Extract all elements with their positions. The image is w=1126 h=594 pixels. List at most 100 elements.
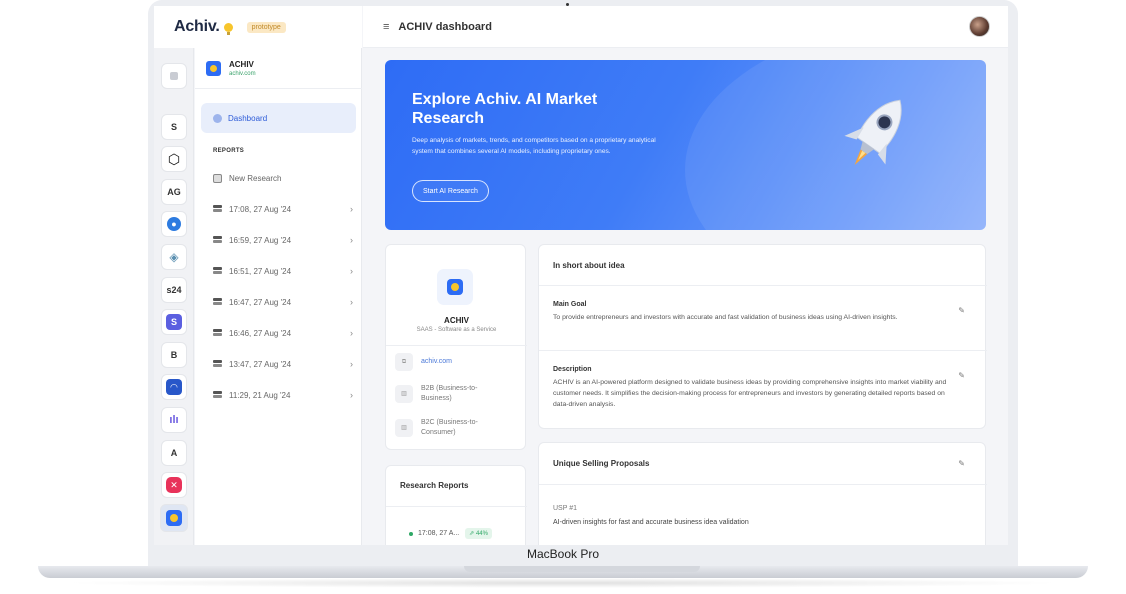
building-icon: ▥: [395, 419, 413, 437]
prototype-badge: prototype: [246, 21, 286, 33]
avatar[interactable]: [969, 16, 990, 37]
menu-icon[interactable]: ≡: [383, 21, 389, 33]
rail-item-ag[interactable]: AG: [161, 179, 187, 205]
rail-item-audio[interactable]: ılı: [161, 407, 187, 433]
lightbulb-icon: [223, 22, 233, 35]
sidebar-item-label: New Research: [229, 173, 282, 183]
profile-link-row[interactable]: ⧉ achiv.com: [395, 353, 452, 371]
sidebar-item-report[interactable]: 16:47, 27 Aug '24 ›: [213, 295, 353, 309]
profile-link[interactable]: achiv.com: [421, 357, 452, 367]
profile-tag: B2B (Business-to-Business): [421, 385, 478, 402]
research-hero-banner: Explore Achiv. AI Market Research Deep a…: [385, 60, 986, 230]
layers-icon: [213, 267, 222, 275]
chevron-right-icon: ›: [350, 328, 353, 338]
divider: [539, 285, 987, 286]
profile-tag-row: ▥ B2B (Business-to-Business): [395, 384, 505, 404]
dashboard-icon: [213, 113, 222, 123]
reports-heading: REPORTS: [213, 148, 245, 154]
main-goal-text: To provide entrepreneurs and investors w…: [553, 314, 898, 321]
research-reports-card: Research Reports 17:08, 27 A... ⇗ 44%: [385, 465, 527, 545]
layers-icon: [213, 298, 222, 306]
sidebar-item-report[interactable]: 17:08, 27 Aug '24 ›: [213, 202, 353, 216]
rocket-icon: [844, 99, 902, 165]
sidebar-item-dashboard[interactable]: Dashboard: [201, 103, 356, 133]
x-logo-icon: ✕: [166, 477, 182, 493]
chevron-right-icon: ›: [350, 235, 353, 245]
layers-icon: [213, 205, 222, 213]
layers-icon: [213, 391, 222, 399]
profile-name: ACHIV: [444, 316, 469, 325]
edit-icon[interactable]: ✎: [958, 459, 965, 468]
sidebar-item-report[interactable]: 16:51, 27 Aug '24 ›: [213, 264, 353, 278]
device-label: MacBook Pro: [526, 547, 600, 561]
brand-header: Achiv. prototype: [154, 6, 362, 48]
rail-item-b[interactable]: B: [161, 342, 187, 368]
description-label: Description: [553, 366, 592, 373]
rail-item-achiv[interactable]: [160, 504, 188, 532]
profile-tag-row: ▥ B2C (Business-to-Consumer): [395, 418, 505, 438]
brand-logo[interactable]: Achiv.: [174, 18, 220, 36]
report-label: 11:29, 21 Aug '24: [229, 390, 291, 400]
page-title: ACHIV dashboard: [398, 20, 492, 33]
layers-icon: [213, 360, 222, 368]
hexagon-icon: ⬡: [167, 150, 181, 167]
rail-item-home[interactable]: [161, 63, 187, 89]
diamond-icon: ◈: [169, 250, 179, 264]
sidebar-item-report[interactable]: 11:29, 21 Aug '24 ›: [213, 388, 353, 402]
rail-item-signal[interactable]: ◠: [161, 374, 187, 400]
rail-item-s[interactable]: S: [161, 114, 187, 140]
edit-icon[interactable]: ✎: [958, 306, 965, 315]
sidebar-item-new-research[interactable]: New Research: [213, 171, 353, 185]
research-report-item[interactable]: 17:08, 27 A... ⇗ 44%: [409, 528, 492, 539]
laptop-shadow: [60, 578, 1066, 588]
report-label: 16:51, 27 Aug '24: [229, 266, 292, 276]
report-label: 17:08, 27 Aug '24: [229, 204, 292, 214]
laptop-notch: [464, 566, 700, 572]
layers-icon: [213, 236, 222, 244]
start-ai-research-button[interactable]: Start AI Research: [412, 180, 489, 202]
chevron-right-icon: ›: [350, 204, 353, 214]
achiv-logo-icon: [206, 60, 221, 76]
report-label: 16:47, 27 Aug '24: [229, 297, 292, 307]
top-bar: ≡ ACHIV dashboard: [363, 6, 1008, 48]
status-dot-icon: [409, 531, 413, 536]
divider: [539, 484, 987, 485]
project-name: ACHIV: [229, 59, 254, 69]
report-label: 16:59, 27 Aug '24: [229, 235, 292, 245]
rail-item-s-purple[interactable]: S: [161, 309, 187, 335]
new-research-icon: [213, 173, 222, 183]
report-label: 16:46, 27 Aug '24: [229, 328, 292, 338]
rail-item-s24[interactable]: s24: [161, 277, 187, 303]
rail-item-diamond[interactable]: ◈: [161, 244, 187, 270]
sidebar-item-report[interactable]: 16:46, 27 Aug '24 ›: [213, 326, 353, 340]
home-icon: [170, 72, 178, 80]
app-screen: Achiv. prototype S ⬡ AG ● ◈ s24 S B ◠ ıl…: [154, 6, 1008, 545]
description-text: ACHIV is an AI-powered platform designed…: [553, 379, 947, 408]
project-header[interactable]: ACHIV achiv.com: [195, 48, 362, 89]
rail-item-globe[interactable]: ●: [161, 211, 187, 237]
idea-summary-card: In short about idea Main Goal To provide…: [538, 244, 987, 429]
rail-item-a[interactable]: A: [161, 440, 187, 466]
sidebar-item-report[interactable]: 16:59, 27 Aug '24 ›: [213, 233, 353, 247]
usp-card-title: Unique Selling Proposals: [553, 459, 650, 468]
usp-item-text: AI-driven insights for fast and accurate…: [553, 519, 749, 526]
divider: [386, 345, 527, 346]
profile-tag: B2C (Business-to-Consumer): [421, 419, 478, 436]
profile-category: SAAS - Software as a Service: [416, 327, 497, 333]
chevron-right-icon: ›: [350, 266, 353, 276]
chevron-right-icon: ›: [350, 359, 353, 369]
hero-title: Explore Achiv. AI Market Research: [412, 91, 598, 127]
chevron-right-icon: ›: [350, 297, 353, 307]
rail-item-x[interactable]: ✕: [161, 472, 187, 498]
progress-badge: ⇗ 44%: [465, 528, 492, 539]
rail-item-hex[interactable]: ⬡: [161, 146, 187, 172]
usp-card: Unique Selling Proposals ✎ USP #1 AI-dri…: [538, 442, 987, 545]
edit-icon[interactable]: ✎: [958, 371, 965, 380]
idea-card-title: In short about idea: [553, 261, 625, 270]
project-profile-card: ACHIV SAAS - Software as a Service ⧉ ach…: [385, 244, 527, 450]
divider: [386, 506, 527, 507]
globe-icon: ●: [167, 217, 181, 231]
layers-icon: [213, 329, 222, 337]
s-logo-icon: S: [166, 314, 182, 330]
sidebar-item-report[interactable]: 13:47, 27 Aug '24 ›: [213, 357, 353, 371]
